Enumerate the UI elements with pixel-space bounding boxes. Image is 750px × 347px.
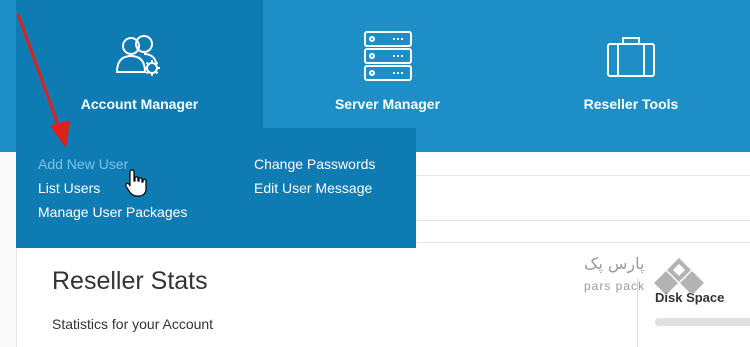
menu-edit-user-message[interactable]: Edit User Message — [254, 180, 372, 196]
watermark-text-fa: پارس پک — [584, 254, 645, 273]
left-margin — [0, 152, 16, 347]
server-stack-icon — [363, 31, 412, 81]
annotation-arrow-icon — [16, 13, 70, 148]
content-divider — [416, 175, 750, 176]
nav-server-manager[interactable]: Server Manager — [265, 0, 510, 130]
nav-server-manager-label: Server Manager — [334, 96, 441, 112]
content-divider — [416, 220, 750, 221]
nav-reseller-tools-label: Reseller Tools — [583, 96, 679, 112]
menu-list-users[interactable]: List Users — [38, 180, 100, 196]
users-gear-icon — [115, 35, 160, 76]
page-subtitle: Statistics for your Account — [52, 316, 214, 332]
hand-cursor-icon — [125, 169, 147, 197]
reseller-stats-panel — [16, 248, 617, 347]
nav-reseller-tools[interactable]: Reseller Tools — [512, 0, 750, 130]
disk-space-progress-bar — [655, 318, 750, 326]
menu-manage-user-packages[interactable]: Manage User Packages — [38, 204, 187, 220]
briefcase-icon — [607, 37, 655, 77]
menu-change-passwords[interactable]: Change Passwords — [254, 156, 375, 172]
page-title: Reseller Stats — [52, 267, 208, 295]
watermark-logo-icon — [654, 258, 704, 295]
watermark-text-en: pars pack — [584, 279, 646, 293]
content-divider — [416, 242, 750, 243]
